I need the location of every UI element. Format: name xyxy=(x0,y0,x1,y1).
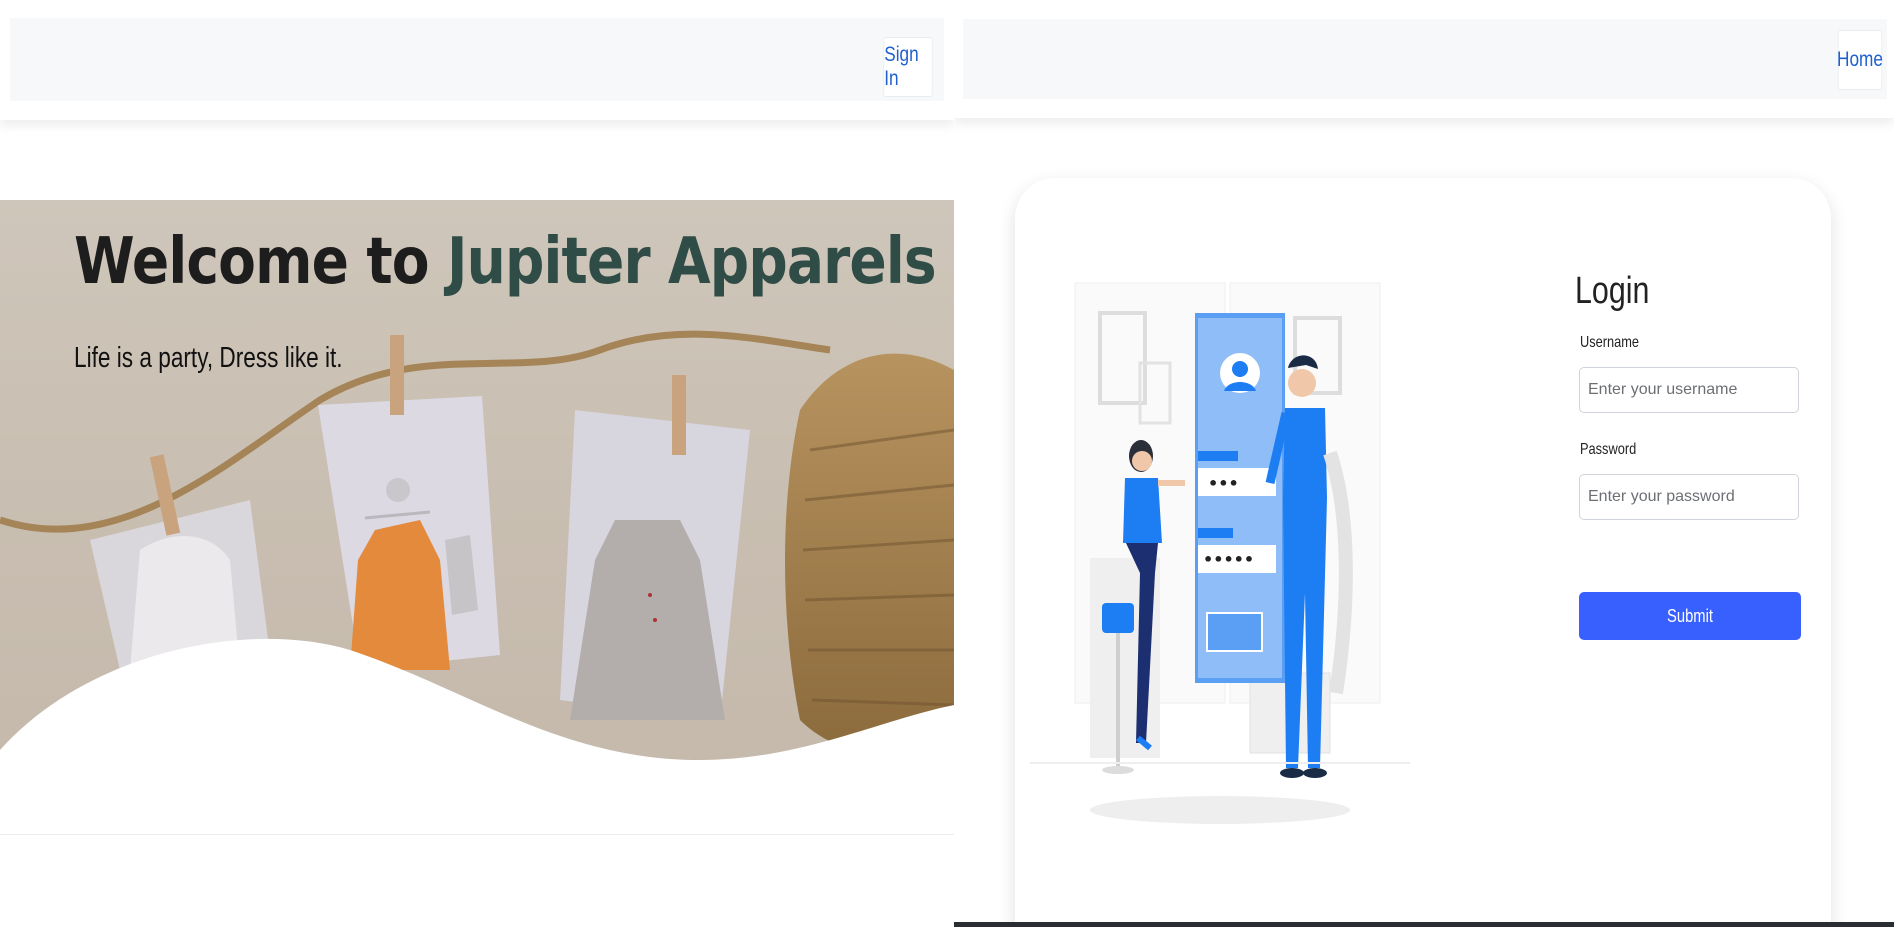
login-card: ••• ••••• Login Username Enter your user… xyxy=(1015,178,1831,927)
submit-label: Submit xyxy=(1667,605,1713,626)
clothes-peg xyxy=(390,335,404,415)
password-mask-1: ••• xyxy=(1208,474,1239,493)
home-button[interactable]: Home xyxy=(1837,30,1883,90)
username-label: Username xyxy=(1580,334,1640,351)
ground-shadow xyxy=(1090,796,1350,824)
hero-title-prefix: Welcome to xyxy=(74,225,448,299)
navbar: Sign In xyxy=(10,18,944,101)
twine-spool xyxy=(785,353,954,754)
sign-in-button[interactable]: Sign In xyxy=(883,37,933,97)
login-title: Login xyxy=(1575,270,1650,312)
password-mask-2: ••••• xyxy=(1203,550,1254,569)
brand-name: Jupiter Apparels xyxy=(447,225,937,299)
password-label: Password xyxy=(1580,441,1637,458)
window-bottom-edge xyxy=(954,922,1894,927)
hero-title: Welcome to Jupiter Apparels xyxy=(74,225,937,299)
home-page: Sign In Welcome to Jupiter Apparels Life… xyxy=(0,0,954,927)
password-input[interactable] xyxy=(1579,474,1799,520)
clothes-peg xyxy=(672,375,686,455)
username-input[interactable] xyxy=(1579,367,1799,413)
navbar: Home xyxy=(963,19,1887,99)
submit-button[interactable]: Submit xyxy=(1579,592,1801,640)
clothing-card-grey-dress xyxy=(560,410,750,720)
hero-tagline: Life is a party, Dress like it. xyxy=(74,342,343,374)
clothing-card-orange-dress xyxy=(318,396,500,670)
login-illustration: ••• ••••• xyxy=(1030,282,1410,824)
login-page: Home ••• ••••• Login Username Enter your… xyxy=(954,0,1894,927)
divider xyxy=(0,834,954,835)
